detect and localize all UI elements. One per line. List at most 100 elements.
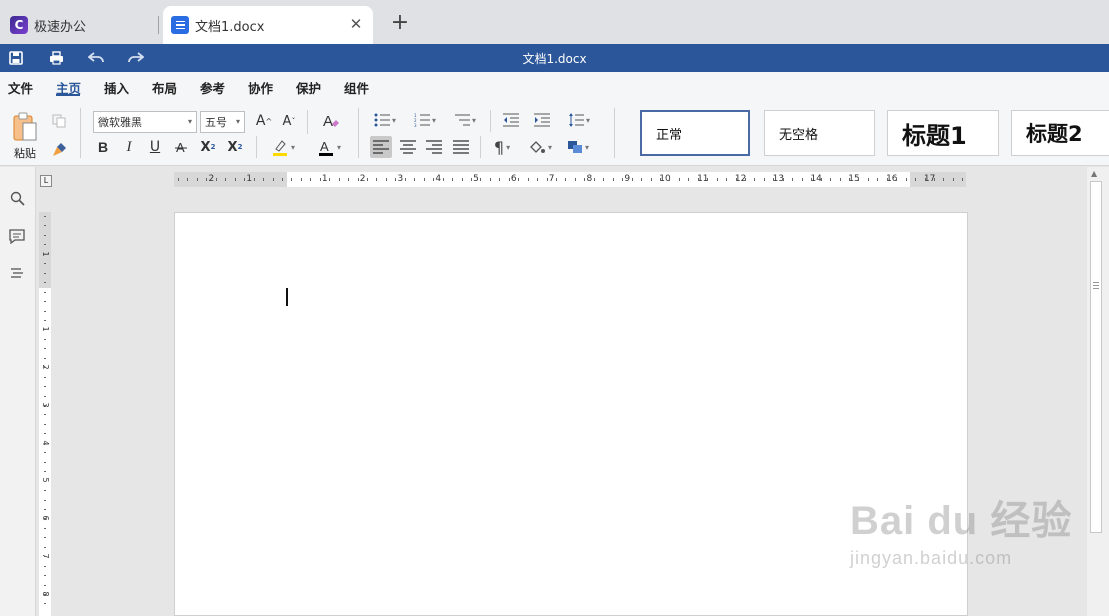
ruler-tick <box>896 178 898 181</box>
ruler-tick <box>952 178 954 181</box>
ruler-tick <box>924 178 926 181</box>
close-tab-icon[interactable]: ✕ <box>347 15 365 33</box>
tab-document-label: 文档1.docx <box>195 19 265 35</box>
ruler-tick <box>310 178 312 181</box>
ruler-tick <box>839 178 841 181</box>
menu-file[interactable]: 文件 <box>8 78 33 97</box>
navigation-icon[interactable] <box>6 263 28 285</box>
ruler-tick <box>44 490 46 492</box>
ruler-tick <box>263 178 265 181</box>
strikethrough-icon[interactable]: A <box>171 137 191 157</box>
comment-icon[interactable] <box>6 225 28 247</box>
save-icon[interactable] <box>5 48 27 68</box>
numbered-list-icon[interactable]: 1 2 3 ▾ <box>410 110 440 130</box>
menu-protect[interactable]: 保护 <box>296 78 321 97</box>
document-title: 文档1.docx <box>522 52 587 66</box>
search-icon[interactable] <box>6 187 28 209</box>
tab-home[interactable]: C 极速办公 <box>0 6 158 44</box>
vertical-ruler[interactable]: 112345678 <box>39 212 51 616</box>
copy-icon[interactable] <box>50 112 68 130</box>
ruler-tick <box>962 178 964 181</box>
tab-strip: C 极速办公 文档1.docx ✕ + <box>0 0 1109 44</box>
line-spacing-icon[interactable]: ▾ <box>564 110 594 130</box>
tab-document[interactable]: 文档1.docx ✕ <box>163 6 373 44</box>
clear-formatting-icon[interactable]: A <box>320 110 342 132</box>
superscript-icon[interactable]: X2 <box>197 137 219 157</box>
tab-divider <box>158 16 159 34</box>
ruler-tick <box>44 575 46 577</box>
ruler-tick <box>858 178 860 181</box>
watermark-url: jingyan.baidu.com <box>850 548 1013 568</box>
active-menu-indicator <box>56 94 80 96</box>
paragraph-mark-icon[interactable]: ¶ ▾ <box>486 136 518 158</box>
ruler-tick <box>404 178 406 181</box>
ruler-tick <box>915 178 917 181</box>
paragraph-shading-icon[interactable]: ▾ <box>524 136 556 158</box>
ruler-tick <box>537 178 539 181</box>
ruler-number: 1 <box>246 174 253 184</box>
ruler-tick <box>556 178 557 181</box>
subscript-icon[interactable]: X2 <box>224 137 246 157</box>
increase-indent-icon[interactable] <box>531 110 553 130</box>
style-heading-2[interactable]: 标题2 <box>1011 110 1109 156</box>
multilevel-list-icon[interactable]: ▾ <box>450 110 480 130</box>
ruler-tick <box>527 178 529 181</box>
ruler-tick <box>716 178 718 181</box>
menu-collaborate[interactable]: 协作 <box>248 78 273 97</box>
document-page[interactable] <box>174 212 968 616</box>
scroll-up-icon[interactable]: ▲ <box>1091 169 1097 178</box>
align-right-icon[interactable] <box>423 136 445 158</box>
ruler-tick <box>44 291 46 293</box>
ruler-tick <box>44 234 46 236</box>
vertical-scrollbar[interactable]: ▲ <box>1087 167 1109 616</box>
decrease-font-size-button[interactable]: Aˇ <box>278 111 300 131</box>
underline-button[interactable]: U <box>145 137 165 157</box>
print-icon[interactable] <box>45 48 67 68</box>
align-center-icon[interactable] <box>397 136 419 158</box>
ruler-tick <box>773 178 775 181</box>
ruler-tick <box>44 386 46 388</box>
redo-icon[interactable] <box>125 48 147 68</box>
ruler-tick <box>272 178 274 181</box>
scrollbar-thumb[interactable] <box>1090 181 1102 533</box>
paste-button[interactable] <box>10 110 40 144</box>
italic-button[interactable]: I <box>119 137 139 157</box>
bullet-list-icon[interactable]: ▾ <box>370 110 400 130</box>
ruler-tick <box>44 433 46 435</box>
ruler-tick <box>44 499 46 501</box>
increase-font-size-button[interactable]: A ^ <box>253 111 275 131</box>
ruler-tick <box>612 178 614 181</box>
ruler-tick <box>44 329 46 331</box>
font-size-value: 五号 <box>205 116 227 129</box>
ruler-tick <box>44 556 46 558</box>
menu-plugins[interactable]: 组件 <box>344 78 369 97</box>
ribbon-divider <box>614 108 615 158</box>
ruler-tick <box>574 178 576 181</box>
ruler-number: 4 <box>435 174 442 184</box>
bold-button[interactable]: B <box>93 137 113 157</box>
borders-icon[interactable]: ▾ <box>562 136 594 158</box>
menu-layout[interactable]: 布局 <box>152 78 177 97</box>
menu-insert[interactable]: 插入 <box>104 78 129 97</box>
title-bar: 文档1.docx <box>0 44 1109 72</box>
decrease-indent-icon[interactable] <box>500 110 522 130</box>
ruler-tick <box>44 471 46 473</box>
style-heading-1[interactable]: 标题1 <box>887 110 999 156</box>
ruler-tick <box>44 527 46 529</box>
format-painter-icon[interactable] <box>50 140 68 158</box>
style-normal[interactable]: 正常 <box>640 110 750 156</box>
ruler-tick <box>659 178 661 181</box>
new-tab-button[interactable]: + <box>388 12 412 36</box>
undo-icon[interactable] <box>85 48 107 68</box>
font-family-select[interactable]: 微软雅黑 ▾ <box>93 111 197 133</box>
horizontal-ruler[interactable]: 2 1 1 2 3 4 5 6 7 8 9 10 11 12 13 14 15 16 17 <box>174 172 966 187</box>
menu-references[interactable]: 参考 <box>200 78 225 97</box>
highlight-color-icon[interactable]: ▾ <box>268 137 298 157</box>
justify-icon[interactable] <box>450 136 472 158</box>
style-no-spacing[interactable]: 无空格 <box>764 110 875 156</box>
ruler-tick <box>782 178 784 181</box>
font-size-select[interactable]: 五号 ▾ <box>200 111 245 133</box>
tab-stop-selector[interactable]: L <box>40 175 52 187</box>
font-color-icon[interactable]: A ▾ <box>314 137 344 157</box>
align-left-icon[interactable] <box>370 136 392 158</box>
